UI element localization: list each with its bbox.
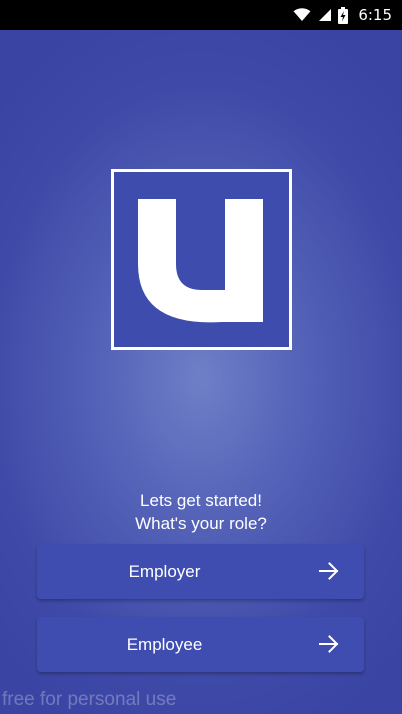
status-icons: 6:15 bbox=[293, 0, 392, 30]
wifi-icon bbox=[293, 8, 311, 21]
employer-button[interactable]: Employer bbox=[37, 544, 364, 599]
status-time: 6:15 bbox=[358, 6, 392, 24]
arrow-right-icon bbox=[319, 562, 339, 580]
battery-charging-icon bbox=[338, 6, 349, 24]
prompt-line-1: Lets get started! bbox=[140, 491, 262, 510]
prompt-line-2: What's your role? bbox=[135, 514, 267, 533]
logo-letter-u bbox=[138, 199, 263, 323]
employer-label: Employer bbox=[128, 561, 201, 581]
status-bar: 6:15 bbox=[0, 0, 402, 30]
role-prompt: Lets get started! What's your role? bbox=[0, 489, 402, 535]
app-logo bbox=[111, 169, 292, 350]
watermark-text: free for personal use bbox=[2, 689, 177, 710]
signal-icon bbox=[319, 9, 332, 21]
employee-button[interactable]: Employee bbox=[37, 617, 364, 672]
employee-label: Employee bbox=[126, 634, 203, 654]
arrow-right-icon bbox=[319, 635, 339, 653]
